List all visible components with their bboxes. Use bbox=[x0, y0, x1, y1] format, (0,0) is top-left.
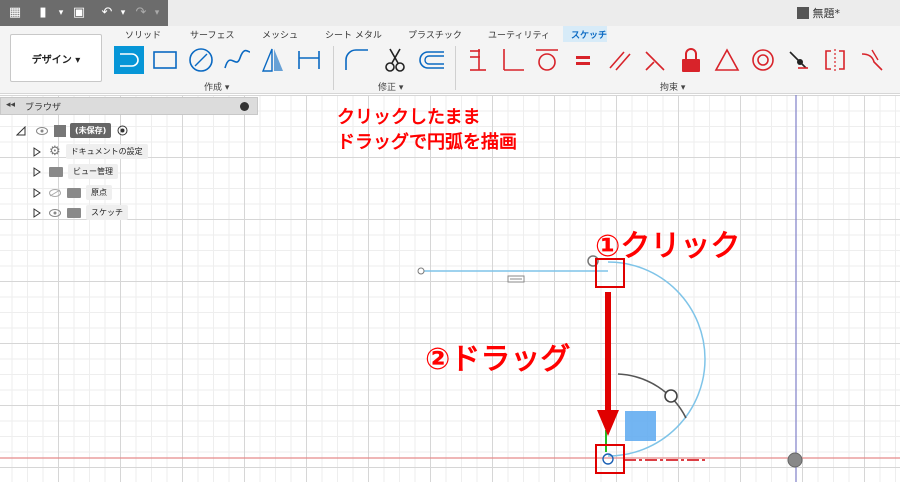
coincident-icon bbox=[789, 51, 808, 69]
activate-radio-icon[interactable] bbox=[117, 125, 128, 136]
undo-dropdown-icon[interactable]: ▾ bbox=[114, 4, 132, 22]
tree-item-label[interactable]: ドキュメントの設定 bbox=[65, 144, 148, 159]
trim-tool-button[interactable] bbox=[380, 46, 410, 74]
triangle-icon bbox=[714, 48, 740, 71]
symmetry-icon bbox=[825, 49, 845, 71]
tree-item[interactable]: ⚙ ドキュメントの設定 bbox=[33, 143, 148, 160]
separator bbox=[333, 46, 334, 90]
concentric-icon bbox=[752, 49, 774, 71]
folder-icon bbox=[67, 207, 81, 218]
expand-triangle-icon[interactable] bbox=[33, 146, 41, 157]
instruction-line-1: クリックしたまま bbox=[337, 107, 481, 128]
mirror-icon bbox=[261, 48, 283, 72]
expanded-triangle-icon[interactable] bbox=[16, 125, 26, 136]
tab-sketch[interactable]: スケッチ bbox=[571, 28, 607, 41]
minimize-icon[interactable] bbox=[240, 102, 249, 111]
tab-solid[interactable]: ソリッド bbox=[125, 28, 161, 41]
ribbon: デザイン ▾ ソリッド サーフェス メッシュ シート メタル プラスチック ユー… bbox=[0, 26, 900, 94]
lock-icon bbox=[682, 48, 700, 72]
dimension-tool-button[interactable] bbox=[294, 46, 324, 74]
rectangle-icon bbox=[153, 51, 177, 69]
scissors-icon bbox=[385, 48, 405, 72]
instruction-annotation: クリックしたまま ドラッグで円弧を描画 bbox=[337, 105, 517, 155]
mirror-tool-button[interactable] bbox=[258, 46, 288, 74]
tangent-constraint-button[interactable] bbox=[532, 46, 562, 74]
tab-sheet-metal[interactable]: シート メタル bbox=[325, 28, 382, 41]
tangent-icon bbox=[536, 49, 558, 71]
parallel-constraint-button[interactable] bbox=[604, 46, 634, 74]
step2-annotation: ②ドラッグ bbox=[425, 342, 571, 377]
collinear-constraint-button[interactable] bbox=[640, 46, 670, 74]
coincident-constraint-button[interactable] bbox=[464, 46, 494, 74]
redo-dropdown-icon[interactable]: ▾ bbox=[148, 4, 166, 22]
modify-group-label[interactable]: 修正 ▾ bbox=[378, 80, 403, 93]
document-title-text: 無題* bbox=[812, 7, 841, 20]
coincident-point-button[interactable] bbox=[784, 46, 814, 74]
rectangle-tool-button[interactable] bbox=[150, 46, 180, 74]
offset-tool-button[interactable] bbox=[416, 46, 446, 74]
concentric-constraint-button[interactable] bbox=[748, 46, 778, 74]
fix-constraint-button[interactable] bbox=[676, 46, 706, 74]
eye-icon[interactable] bbox=[49, 208, 61, 217]
horizontal-vertical-icon bbox=[470, 49, 486, 71]
expand-triangle-icon[interactable] bbox=[33, 166, 41, 177]
cube-icon bbox=[796, 7, 809, 19]
gear-icon: ⚙ bbox=[49, 144, 61, 159]
app-grid-icon[interactable]: ▦ bbox=[6, 4, 24, 22]
top-bar: ▦ ▮ ▾ ▣ ↶ ▾ ↷ ▾ 無題* bbox=[0, 0, 900, 26]
collinear-icon bbox=[645, 51, 665, 71]
tree-item-label[interactable]: 原点 bbox=[86, 185, 112, 200]
perpendicular-icon bbox=[503, 49, 524, 71]
folder-icon bbox=[67, 187, 81, 198]
tab-plastic[interactable]: プラスチック bbox=[408, 28, 462, 41]
tree-item[interactable]: 原点 bbox=[33, 184, 112, 201]
root-label[interactable]: (未保存) bbox=[70, 123, 112, 138]
collapse-icon[interactable]: ◂◂ bbox=[6, 100, 15, 110]
browser-panel-header[interactable]: ◂◂ ブラウザ bbox=[0, 97, 258, 115]
expand-triangle-icon[interactable] bbox=[33, 187, 41, 198]
fillet-icon bbox=[345, 49, 368, 70]
constraints-group-label[interactable]: 拘束 ▾ bbox=[660, 80, 685, 93]
separator bbox=[455, 46, 456, 90]
midpoint-constraint-button[interactable] bbox=[712, 46, 742, 74]
equal-icon bbox=[576, 56, 590, 65]
workspace-selector[interactable]: デザイン ▾ bbox=[10, 34, 102, 82]
tab-utilities[interactable]: ユーティリティ bbox=[488, 28, 550, 41]
dimension-icon bbox=[298, 51, 320, 69]
curvature-icon bbox=[861, 49, 883, 71]
browser-title: ブラウザ bbox=[25, 103, 62, 113]
symmetry-constraint-button[interactable] bbox=[820, 46, 850, 74]
instruction-line-2: ドラッグで円弧を描画 bbox=[337, 132, 517, 153]
tab-mesh[interactable]: メッシュ bbox=[262, 28, 298, 41]
file-icon[interactable]: ▮ bbox=[34, 4, 52, 22]
tab-surface[interactable]: サーフェス bbox=[190, 28, 234, 41]
tree-item[interactable]: スケッチ bbox=[33, 204, 128, 221]
document-title: 無題* bbox=[796, 5, 841, 21]
tree-item-label[interactable]: スケッチ bbox=[86, 205, 128, 220]
tree-root[interactable]: (未保存) bbox=[16, 122, 128, 139]
curvature-constraint-button[interactable] bbox=[858, 46, 888, 74]
component-icon bbox=[54, 124, 66, 137]
spline-icon bbox=[224, 49, 251, 69]
circle-tool-button[interactable] bbox=[186, 46, 216, 74]
expand-triangle-icon[interactable] bbox=[33, 207, 41, 218]
save-icon[interactable]: ▣ bbox=[70, 4, 88, 22]
folder-icon bbox=[49, 166, 63, 177]
create-group-label[interactable]: 作成 ▾ bbox=[204, 80, 229, 93]
circle-icon bbox=[189, 48, 213, 72]
parallel-icon bbox=[609, 51, 631, 71]
chevron-down-icon[interactable]: ▾ bbox=[52, 4, 70, 22]
line-tool-icon bbox=[120, 53, 139, 67]
fillet-tool-button[interactable] bbox=[342, 46, 372, 74]
equal-constraint-button[interactable] bbox=[568, 46, 598, 74]
tree-item[interactable]: ビュー管理 bbox=[33, 163, 118, 180]
eye-hidden-icon[interactable] bbox=[49, 188, 61, 197]
offset-icon bbox=[419, 51, 444, 69]
perpendicular-constraint-button[interactable] bbox=[498, 46, 528, 74]
eye-icon[interactable] bbox=[36, 126, 48, 135]
tree-item-label[interactable]: ビュー管理 bbox=[68, 164, 118, 179]
step1-annotation: ①クリック bbox=[595, 229, 741, 264]
line-tool-button[interactable] bbox=[114, 46, 144, 74]
spline-tool-button[interactable] bbox=[222, 46, 252, 74]
